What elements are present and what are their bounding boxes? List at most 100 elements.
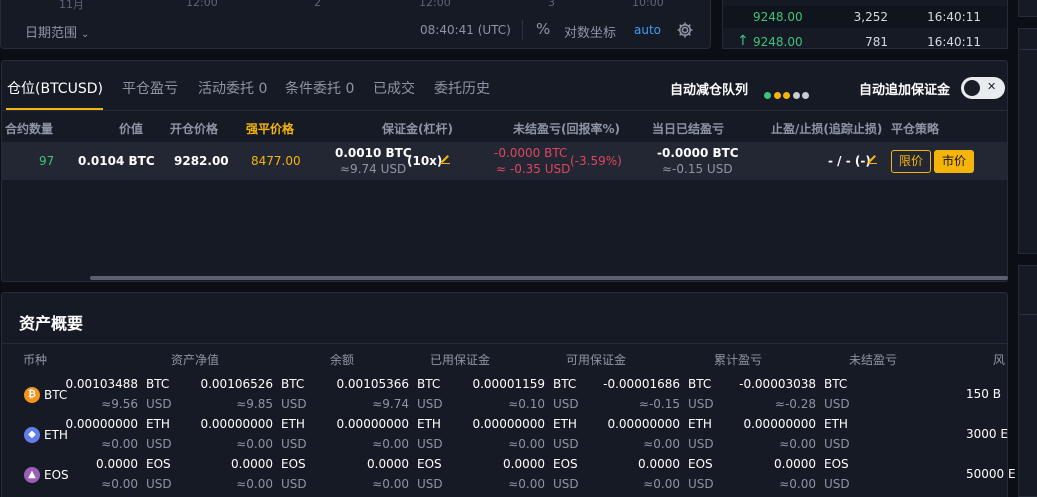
risk-limit: 3000 E xyxy=(966,427,1008,441)
positions-panel: 仓位(BTCUSD) 平仓盈亏 活动委托 0 条件委托 0 已成交 委托历史 自… xyxy=(1,60,1008,282)
asset-unit-usd: USD xyxy=(146,397,172,411)
col-margin: 保证金(杠杆) xyxy=(382,122,453,136)
tab-closed-pnl[interactable]: 平仓盈亏 xyxy=(122,78,178,98)
col-cumulative-pnl: 累计盈亏 xyxy=(714,353,763,367)
asset-row: ₿ BTC 0.00103488 BTC ≈9.56 USD 0.00106526 BTC ≈9… xyxy=(2,375,1007,415)
asset-overview-panel: 资产概要 币种 资产净值 余额 已用保证金 可用保证金 累计盈亏 未结盈亏 风 … xyxy=(1,292,1016,497)
asset-used-value: 0.00000000 xyxy=(336,417,409,431)
recent-trades: 9248.00 3,252 16:40:11 ↑ 9248.00 781 16:… xyxy=(722,0,1008,49)
asset-unit: EOS xyxy=(417,457,442,471)
asset-unit-usd: USD xyxy=(146,477,172,491)
asset-unit-usd: USD xyxy=(146,437,172,451)
asset-cum-value: -0.00001686 xyxy=(603,377,680,391)
asset-balance-usd: ≈0.00 xyxy=(236,477,273,491)
asset-unit-usd: USD xyxy=(417,477,443,491)
trade-price: 9248.00 xyxy=(753,10,803,24)
asset-unit-usd: USD xyxy=(688,437,714,451)
edge-panel xyxy=(1018,0,1037,17)
axis-label: 12:00 xyxy=(419,0,451,9)
adl-dot xyxy=(783,92,790,99)
date-range-label: 日期范围 xyxy=(25,26,78,41)
gear-icon[interactable] xyxy=(676,21,694,39)
axis-label: 11月 xyxy=(59,0,84,10)
asset-avail-value: 0.00001159 xyxy=(472,377,545,391)
asset-unit: ETH xyxy=(281,417,305,431)
eos-icon: ▲ xyxy=(24,467,40,483)
divider xyxy=(2,343,1007,344)
asset-unit-usd: USD xyxy=(688,397,714,411)
asset-unit: ETH xyxy=(688,417,712,431)
asset-used-usd: ≈0.00 xyxy=(372,477,409,491)
tab-order-history[interactable]: 委托历史 xyxy=(434,78,490,98)
divider xyxy=(1020,314,1037,315)
auto-margin-toggle[interactable]: ✕ xyxy=(961,77,1005,99)
asset-equity-usd: ≈0.00 xyxy=(101,477,138,491)
adl-dot xyxy=(792,92,800,99)
edit-tp-sl-icon[interactable] xyxy=(866,152,878,167)
position-value: 0.0104 BTC xyxy=(78,154,155,168)
col-balance: 余额 xyxy=(330,353,355,367)
ethereum-icon: ◆ xyxy=(24,427,40,443)
asset-used-usd: ≈0.00 xyxy=(372,437,409,451)
asset-unit-usd: USD xyxy=(688,477,714,491)
asset-avail-usd: ≈0.10 xyxy=(508,397,545,411)
tab-positions[interactable]: 仓位(BTCUSD) xyxy=(7,78,103,98)
liq-price: 8477.00 xyxy=(251,154,301,168)
asset-used-value: 0.00105366 xyxy=(336,377,409,391)
daily-realized-usd: ≈-0.15 USD xyxy=(662,162,733,176)
coin-name: ETH xyxy=(44,428,68,442)
coin-name: BTC xyxy=(44,388,68,402)
entry-price: 9282.00 xyxy=(174,154,229,168)
date-range-button[interactable]: 日期范围 ⌄ xyxy=(25,22,89,41)
asset-unit-usd: USD xyxy=(553,437,579,451)
margin-usd: ≈9.74 USD xyxy=(340,162,407,176)
edge-panel xyxy=(1018,28,1037,254)
tab-active-orders[interactable]: 活动委托 0 xyxy=(198,78,267,98)
asset-unit-usd: USD xyxy=(553,477,579,491)
asset-unit-usd: USD xyxy=(553,397,579,411)
asset-unit: BTC xyxy=(553,377,577,391)
close-limit-button[interactable]: 限价 xyxy=(891,150,931,173)
close-market-button[interactable]: 市价 xyxy=(934,150,974,173)
col-daily-realized: 当日已结盈亏 xyxy=(652,122,725,136)
asset-cum-value: 0.00000000 xyxy=(607,417,680,431)
trade-row: ↑ 9248.00 781 16:40:11 xyxy=(723,31,1007,53)
log-scale-button[interactable]: 对数坐标 xyxy=(564,22,616,41)
edit-leverage-icon[interactable] xyxy=(439,152,451,167)
asset-unit: BTC xyxy=(281,377,305,391)
tab-filled[interactable]: 已成交 xyxy=(373,78,415,98)
arrow-up-icon: ↑ xyxy=(737,33,749,49)
asset-row: ▲ EOS 0.0000 EOS ≈0.00 USD 0.0000 EOS ≈0.00 USD 0.… xyxy=(2,455,1016,495)
asset-unit: EOS xyxy=(281,457,306,471)
horizontal-scrollbar[interactable] xyxy=(90,276,1008,280)
col-risk: 风 xyxy=(993,353,1006,367)
col-coin: 币种 xyxy=(23,353,48,367)
trade-row: 9248.00 3,252 16:40:11 xyxy=(723,6,1007,28)
auto-scale-button[interactable]: auto xyxy=(634,23,661,37)
trade-time: 16:40:11 xyxy=(927,35,981,49)
asset-used-value: 0.0000 xyxy=(367,457,409,471)
asset-unit-usd: USD xyxy=(824,397,850,411)
active-tab-indicator xyxy=(6,108,103,110)
toggle-knob xyxy=(964,80,980,96)
percent-scale-button[interactable]: % xyxy=(536,20,550,38)
asset-unr-usd: ≈0.00 xyxy=(779,437,816,451)
asset-balance-value: 0.00106526 xyxy=(200,377,273,391)
asset-equity-value: 0.0000 xyxy=(96,457,138,471)
daily-realized-btc: -0.0000 BTC xyxy=(657,146,739,160)
asset-avail-usd: ≈0.00 xyxy=(508,437,545,451)
position-qty: 97 xyxy=(39,154,55,168)
asset-unr-value: 0.0000 xyxy=(774,457,816,471)
asset-unit-usd: USD xyxy=(417,397,443,411)
tab-conditional-orders[interactable]: 条件委托 0 xyxy=(285,78,354,98)
axis-label: 2 xyxy=(314,0,321,9)
tp-sl-value: - / - (-) xyxy=(828,154,871,168)
auto-margin-label: 自动追加保证金 xyxy=(859,83,951,98)
asset-unit: ETH xyxy=(417,417,441,431)
trade-qty: 3,252 xyxy=(853,10,888,24)
asset-cum-usd: ≈0.00 xyxy=(643,437,680,451)
col-unrealized-pnl: 未结盈亏(回报率%) xyxy=(513,122,620,136)
unrealized-usd: ≈ -0.35 USD xyxy=(496,162,571,176)
asset-unit-usd: USD xyxy=(281,397,307,411)
trade-qty: 781 xyxy=(865,35,888,49)
